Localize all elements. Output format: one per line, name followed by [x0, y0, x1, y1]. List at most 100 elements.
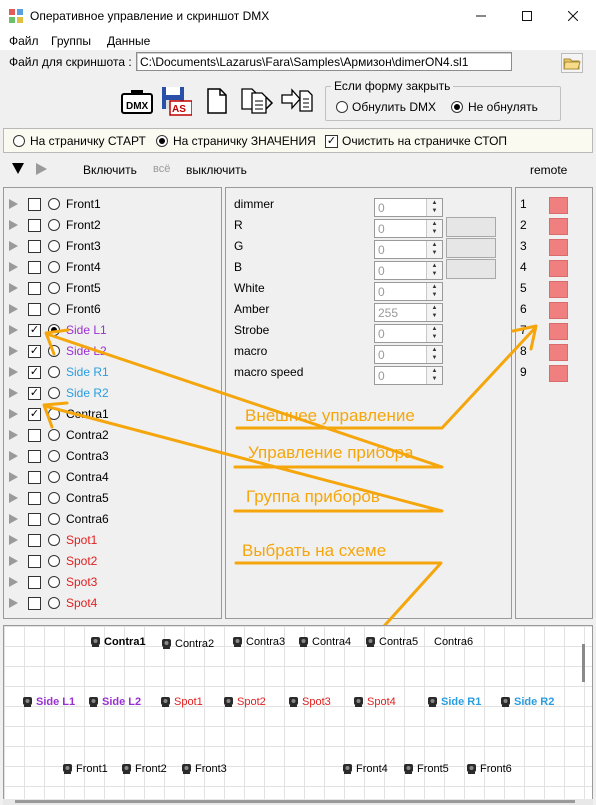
channel-r-button[interactable]: [446, 217, 496, 237]
copy-files-icon[interactable]: [240, 87, 274, 115]
remote-button[interactable]: [549, 239, 568, 256]
fixture-checkbox[interactable]: ✓: [28, 345, 41, 358]
expand-arrow-icon[interactable]: [9, 241, 18, 251]
fixture-checkbox[interactable]: [28, 240, 41, 253]
plan-fixture[interactable]: Side R2: [500, 696, 554, 708]
fixture-checkbox[interactable]: ✓: [28, 324, 41, 337]
menu-groups[interactable]: Группы: [51, 34, 91, 48]
no-reset-radio[interactable]: [451, 101, 463, 113]
plan-fixture[interactable]: Contra4: [298, 636, 351, 648]
fixture-checkbox[interactable]: [28, 303, 41, 316]
fixture-radio[interactable]: [48, 513, 60, 525]
fixture-radio[interactable]: [48, 303, 60, 315]
spinner-arrows-icon[interactable]: ▲ ▼: [426, 304, 442, 321]
plan-hscrollbar-thumb[interactable]: [15, 800, 575, 803]
expand-arrow-icon[interactable]: [9, 535, 18, 545]
fixture-checkbox[interactable]: [28, 576, 41, 589]
spinner-arrows-icon[interactable]: ▲ ▼: [426, 346, 442, 363]
channel-value-spinner[interactable]: 0 ▲ ▼: [374, 282, 443, 301]
spinner-arrows-icon[interactable]: ▲ ▼: [426, 199, 442, 216]
channel-value-spinner[interactable]: 0 ▲ ▼: [374, 261, 443, 280]
spinner-arrows-icon[interactable]: ▲ ▼: [426, 367, 442, 384]
plan-fixture[interactable]: Side L2: [88, 696, 141, 708]
expand-arrow-icon[interactable]: [9, 514, 18, 524]
fixture-checkbox[interactable]: [28, 492, 41, 505]
maximize-icon[interactable]: [504, 0, 550, 32]
plan-fixture[interactable]: Side L1: [22, 696, 75, 708]
enable-button[interactable]: Включить: [83, 163, 137, 177]
expand-arrow-icon[interactable]: [9, 556, 18, 566]
menu-file[interactable]: Файл: [9, 34, 39, 48]
remote-button[interactable]: [549, 344, 568, 361]
channel-value-spinner[interactable]: 0 ▲ ▼: [374, 198, 443, 217]
expand-arrow-icon[interactable]: [9, 283, 18, 293]
fixture-radio[interactable]: [48, 408, 60, 420]
expand-arrow-icon[interactable]: [9, 346, 18, 356]
fixture-radio[interactable]: [48, 198, 60, 210]
remote-button[interactable]: [549, 260, 568, 277]
plan-fixture[interactable]: Spot4: [353, 696, 396, 708]
channel-value-spinner[interactable]: 0 ▲ ▼: [374, 219, 443, 238]
plan-fixture[interactable]: Contra6: [434, 636, 473, 648]
remote-button[interactable]: [549, 323, 568, 340]
fixture-radio[interactable]: [48, 261, 60, 273]
open-folder-icon[interactable]: [561, 53, 583, 73]
fixture-radio[interactable]: [48, 450, 60, 462]
remote-button[interactable]: [549, 365, 568, 382]
close-icon[interactable]: [550, 0, 596, 32]
spinner-arrows-icon[interactable]: ▲ ▼: [426, 241, 442, 258]
fixture-radio[interactable]: [48, 240, 60, 252]
channel-value-spinner[interactable]: 0 ▲ ▼: [374, 240, 443, 259]
plan-fixture[interactable]: Contra2: [161, 638, 214, 650]
clear-stop-checkbox[interactable]: ✓: [325, 135, 338, 148]
channel-value-spinner[interactable]: 0 ▲ ▼: [374, 366, 443, 385]
expand-arrow-icon[interactable]: [9, 262, 18, 272]
plan-scrollbar-thumb[interactable]: [582, 644, 585, 682]
fixture-radio[interactable]: [48, 429, 60, 441]
channel-b-button[interactable]: [446, 259, 496, 279]
plan-fixture[interactable]: Spot1: [160, 696, 203, 708]
fixture-checkbox[interactable]: [28, 555, 41, 568]
save-as-icon[interactable]: AS: [160, 86, 193, 116]
expand-arrow-icon[interactable]: [9, 388, 18, 398]
expand-arrow-icon[interactable]: [9, 577, 18, 587]
plan-fixture[interactable]: Spot2: [223, 696, 266, 708]
expand-arrow-icon[interactable]: [9, 304, 18, 314]
fixture-radio[interactable]: [48, 387, 60, 399]
fixture-checkbox[interactable]: [28, 534, 41, 547]
expand-arrow-icon[interactable]: [9, 430, 18, 440]
expand-arrow-icon[interactable]: [9, 598, 18, 608]
expand-arrow-icon[interactable]: [9, 472, 18, 482]
fixture-radio[interactable]: [48, 597, 60, 609]
spinner-arrows-icon[interactable]: ▲ ▼: [426, 325, 442, 342]
spinner-arrows-icon[interactable]: ▲ ▼: [426, 262, 442, 279]
plan-fixture[interactable]: Contra1: [90, 636, 146, 648]
fixture-radio[interactable]: [48, 219, 60, 231]
remote-button[interactable]: [549, 281, 568, 298]
expand-arrow-icon[interactable]: [9, 367, 18, 377]
fixture-checkbox[interactable]: [28, 261, 41, 274]
channel-value-spinner[interactable]: 0 ▲ ▼: [374, 345, 443, 364]
plan-fixture[interactable]: Contra5: [365, 636, 418, 648]
expand-arrow-icon[interactable]: [9, 493, 18, 503]
disable-button[interactable]: выключить: [186, 163, 247, 177]
remote-button[interactable]: [549, 197, 568, 214]
fixture-radio[interactable]: [48, 282, 60, 294]
minimize-icon[interactable]: [458, 0, 504, 32]
fixture-checkbox[interactable]: [28, 219, 41, 232]
fixture-checkbox[interactable]: [28, 597, 41, 610]
fixture-checkbox[interactable]: ✓: [28, 387, 41, 400]
channel-value-spinner[interactable]: 255 ▲ ▼: [374, 303, 443, 322]
fixture-radio[interactable]: [48, 345, 60, 357]
remote-button[interactable]: [549, 302, 568, 319]
plan-fixture[interactable]: Front1: [62, 763, 108, 775]
expand-arrow-icon[interactable]: [9, 451, 18, 461]
spinner-arrows-icon[interactable]: ▲ ▼: [426, 283, 442, 300]
fixture-radio[interactable]: [48, 324, 60, 336]
fixture-checkbox[interactable]: [28, 513, 41, 526]
fixture-checkbox[interactable]: [28, 450, 41, 463]
expand-arrow-icon[interactable]: [9, 220, 18, 230]
fixture-checkbox[interactable]: ✓: [28, 366, 41, 379]
screenshot-file-input[interactable]: C:\Documents\Lazarus\Fara\Samples\Армизо…: [136, 52, 512, 71]
expand-arrow-icon[interactable]: [9, 409, 18, 419]
